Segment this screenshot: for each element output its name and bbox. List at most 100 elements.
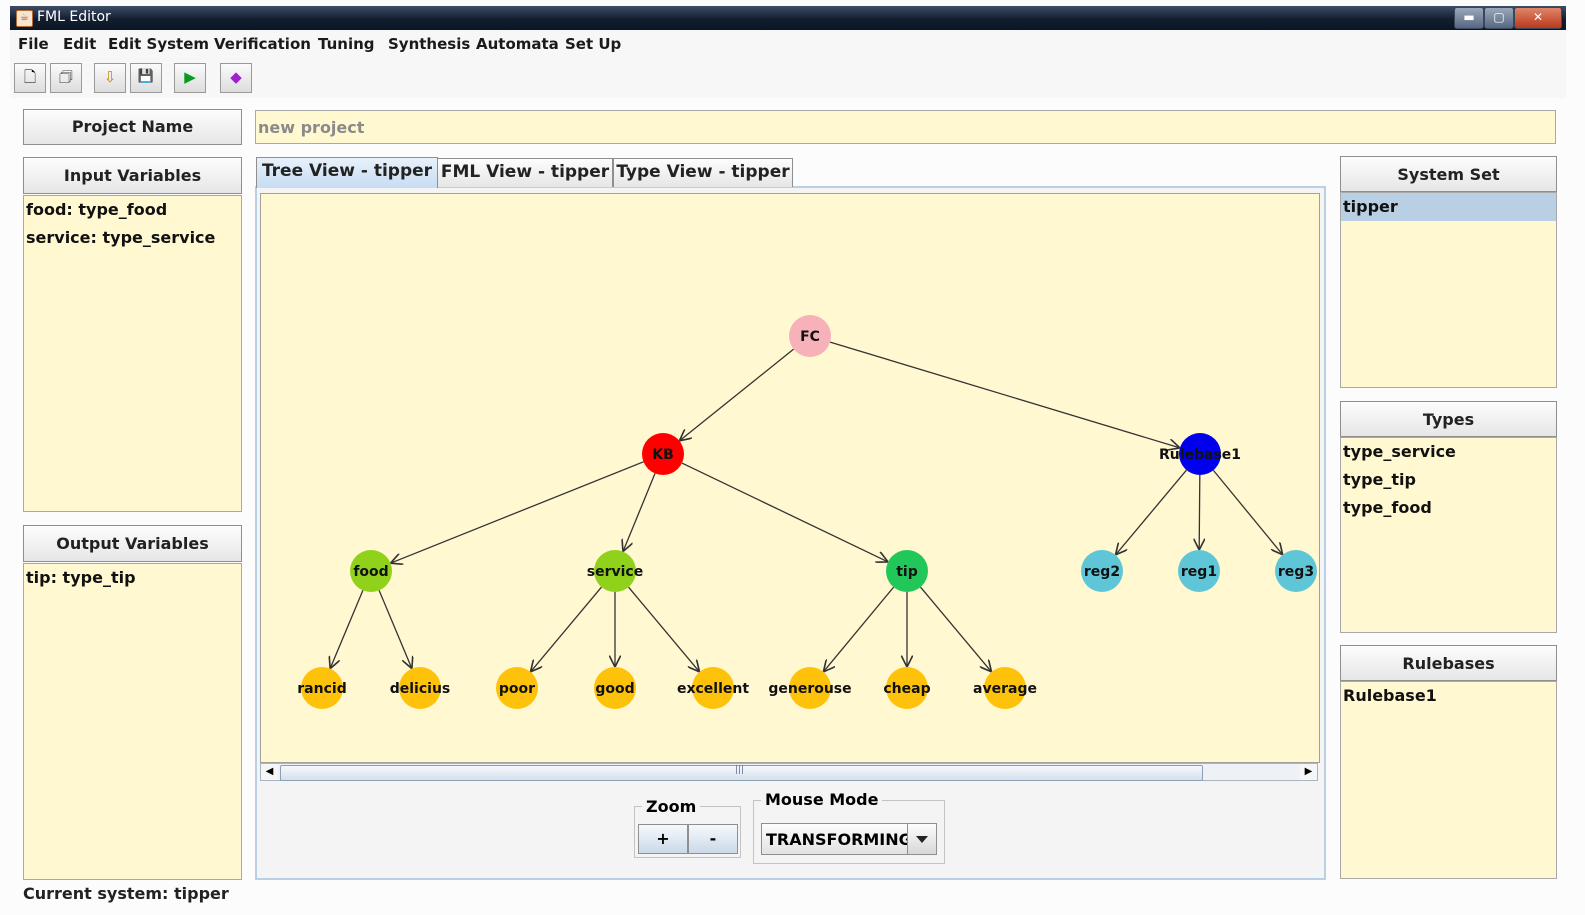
tree-node-excellent[interactable]: excellent: [677, 667, 749, 709]
list-item-type-tip[interactable]: type_tip: [1341, 466, 1556, 494]
tree-edge-fc-kb: [679, 348, 795, 441]
menu-edit[interactable]: Edit: [63, 35, 96, 53]
tree-node-label: excellent: [677, 681, 749, 697]
surface-plot-icon[interactable]: ◆: [220, 63, 252, 93]
tree-edge-kb-tip: [681, 462, 888, 562]
tree-node-label: rancid: [297, 681, 346, 697]
tree-edge-service-poor: [530, 586, 603, 672]
tree-node-generouse[interactable]: generouse: [768, 667, 852, 709]
tree-edge-rulebase1-reg2: [1115, 469, 1188, 555]
import-icon[interactable]: ⇩: [94, 63, 126, 93]
close-button[interactable]: ✕: [1514, 7, 1562, 29]
project-name-field[interactable]: [255, 110, 1556, 144]
tree-node-reg3[interactable]: reg3: [1275, 550, 1317, 592]
tree-node-poor[interactable]: poor: [496, 667, 538, 709]
list-item-rulebase1[interactable]: Rulebase1: [1341, 682, 1556, 710]
tab-fml-view[interactable]: FML View - tipper: [437, 158, 613, 187]
tree-node-label: delicius: [390, 681, 451, 697]
list-item-type-food[interactable]: type_food: [1341, 494, 1556, 522]
input-variables-header: Input Variables: [23, 157, 242, 194]
types-list: type_service type_tip type_food: [1340, 437, 1557, 633]
scrollbar-thumb[interactable]: |||: [280, 765, 1203, 781]
zoom-out-button[interactable]: -: [688, 824, 738, 854]
tree-node-reg1[interactable]: reg1: [1178, 550, 1220, 592]
mouse-mode-value: TRANSFORMING: [766, 830, 912, 849]
scroll-left-arrow[interactable]: ◀: [261, 764, 278, 780]
tab-type-view[interactable]: Type View - tipper: [613, 158, 793, 187]
mouse-mode-label: Mouse Mode: [761, 790, 883, 809]
list-item-system-tipper[interactable]: tipper: [1341, 193, 1556, 221]
tree-edge-rulebase1-reg3: [1212, 469, 1282, 555]
tree-node-fc[interactable]: FC: [789, 315, 831, 357]
menu-automata[interactable]: Automata: [476, 35, 559, 53]
tree-node-label: food: [353, 564, 388, 580]
tree-node-tip[interactable]: tip: [886, 550, 928, 592]
tree-node-average[interactable]: average: [973, 667, 1037, 709]
tab-tree-view[interactable]: Tree View - tipper: [256, 157, 438, 188]
tree-node-good[interactable]: good: [594, 667, 636, 709]
menu-set-up[interactable]: Set Up: [565, 35, 621, 53]
tree-node-label: generouse: [768, 681, 851, 697]
tree-node-label: poor: [499, 681, 535, 697]
horizontal-scrollbar[interactable]: ◀ ||| ▶: [260, 763, 1318, 781]
project-name-label: Project Name: [23, 109, 242, 145]
zoom-in-button[interactable]: +: [638, 824, 688, 854]
list-item-input-food[interactable]: food: type_food: [24, 196, 241, 224]
new-file-icon[interactable]: 🗋: [14, 63, 46, 93]
output-variables-list: tip: type_tip: [23, 563, 242, 880]
tree-edge-food-delicius: [378, 590, 412, 668]
list-item-input-service[interactable]: service: type_service: [24, 224, 241, 252]
input-variables-list: food: type_food service: type_service: [23, 195, 242, 512]
save-icon[interactable]: 💾: [130, 63, 162, 93]
tree-node-rulebase1[interactable]: Rulebase1: [1159, 433, 1241, 475]
tree-node-label: average: [973, 681, 1037, 697]
title-bar: ☕ FML Editor ▬ ▢ ✕: [10, 6, 1566, 30]
tree-node-reg2[interactable]: reg2: [1081, 550, 1123, 592]
tree-node-rancid[interactable]: rancid: [297, 667, 347, 709]
menu-tuning[interactable]: Tuning: [318, 35, 375, 53]
minimize-button[interactable]: ▬: [1454, 7, 1484, 29]
tree-node-kb[interactable]: KB: [642, 433, 684, 475]
chevron-down-icon[interactable]: [907, 824, 936, 854]
tree-node-label: good: [595, 681, 634, 697]
tree-node-label: reg3: [1278, 564, 1314, 580]
mouse-mode-select[interactable]: TRANSFORMING: [761, 823, 937, 855]
tree-edge-tip-average: [919, 586, 991, 672]
tree-edge-service-excellent: [627, 586, 699, 672]
menu-bar: File Edit Edit System Verification Tunin…: [10, 30, 1566, 58]
tree-edge-tip-generouse: [823, 586, 895, 672]
tree-node-food[interactable]: food: [350, 550, 392, 592]
rulebases-header: Rulebases: [1340, 645, 1557, 681]
tree-edge-kb-food: [390, 461, 644, 563]
tree-node-delicius[interactable]: delicius: [390, 667, 451, 709]
window-title: FML Editor: [37, 9, 111, 25]
tree-graph-canvas[interactable]: FC KB Rulebase1 food service tip reg2 reg1 reg3 r…: [260, 193, 1320, 763]
open-project-icon[interactable]: 🗇: [50, 63, 82, 93]
tree-edge-fc-rulebase1: [829, 341, 1180, 448]
tree-node-label: reg1: [1181, 564, 1217, 580]
zoom-label: Zoom: [642, 797, 701, 816]
maximize-button[interactable]: ▢: [1484, 7, 1514, 29]
menu-synthesis[interactable]: Synthesis: [388, 35, 470, 53]
tree-graph: FC KB Rulebase1 food service tip reg2 reg1 reg3 r…: [297, 315, 1317, 709]
menu-verification[interactable]: Verification: [214, 35, 311, 53]
tree-node-service[interactable]: service: [587, 550, 643, 592]
types-header: Types: [1340, 401, 1557, 437]
tree-node-label: tip: [896, 564, 918, 580]
menu-file[interactable]: File: [18, 35, 49, 53]
toolbar: 🗋 🗇 ⇩ 💾 ▶ ◆: [10, 58, 1566, 98]
list-item-output-tip[interactable]: tip: type_tip: [24, 564, 241, 592]
tree-node-label: service: [587, 564, 643, 580]
system-set-list: tipper: [1340, 192, 1557, 388]
scrollbar-grip: |||: [735, 765, 745, 775]
tree-node-label: Rulebase1: [1159, 447, 1241, 463]
java-app-icon: ☕: [16, 10, 33, 27]
list-item-type-service[interactable]: type_service: [1341, 438, 1556, 466]
menu-edit-system[interactable]: Edit System: [108, 35, 209, 53]
tree-edge-rulebase1-reg1: [1199, 474, 1200, 550]
tree-edge-kb-service: [623, 473, 656, 551]
scroll-right-arrow[interactable]: ▶: [1300, 764, 1317, 780]
tree-node-cheap[interactable]: cheap: [883, 667, 931, 709]
output-variables-header: Output Variables: [23, 525, 242, 562]
run-icon[interactable]: ▶: [174, 63, 206, 93]
